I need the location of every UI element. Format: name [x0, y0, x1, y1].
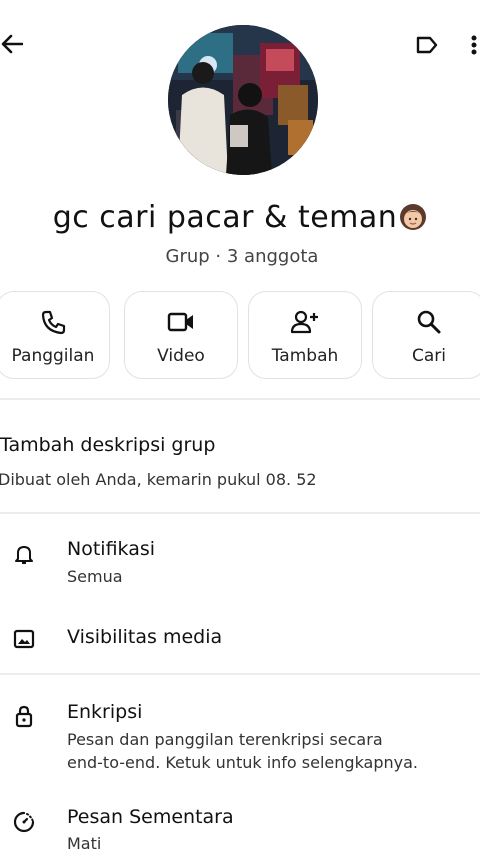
encryption-desc-line1: Pesan dan panggilan terenkripsi secara	[67, 730, 383, 749]
more-vertical-icon	[470, 34, 478, 56]
disappearing-value: Mati	[67, 834, 102, 853]
notifications-value: Semua	[67, 567, 123, 586]
lock-icon	[12, 704, 36, 728]
search-button[interactable]: Cari	[372, 291, 480, 379]
image-icon	[12, 627, 36, 651]
add-member-label: Tambah	[271, 346, 339, 366]
video-label: Video	[157, 346, 205, 366]
created-info: Dibuat oleh Anda, kemarin pukul 08. 52	[0, 470, 317, 489]
media-visibility-title: Visibilitas media	[67, 626, 223, 648]
add-member-button[interactable]: Tambah	[248, 291, 362, 379]
phone-icon	[40, 308, 66, 336]
group-photo	[168, 25, 318, 175]
group-avatar[interactable]	[168, 25, 318, 175]
video-camera-icon	[167, 308, 195, 336]
encryption-title: Enkripsi	[67, 701, 143, 723]
disappearing-title: Pesan Sementara	[67, 806, 234, 828]
call-button[interactable]: Panggilan	[0, 291, 110, 379]
divider	[0, 673, 480, 675]
disappearing-messages-row[interactable]: Pesan Sementara Mati	[0, 800, 480, 854]
group-name-heading[interactable]: gc cari pacar & teman	[0, 200, 480, 235]
call-label: Panggilan	[11, 346, 95, 366]
action-buttons-row: Panggilan Video Tambah Cari	[0, 291, 480, 381]
arrow-left-icon	[1, 34, 23, 54]
add-description-link[interactable]: Tambah deskripsi grup	[0, 434, 215, 456]
more-options-button[interactable]	[468, 30, 480, 60]
encryption-row[interactable]: Enkripsi Pesan dan panggilan terenkripsi…	[0, 692, 480, 782]
timer-icon	[12, 810, 36, 834]
encryption-desc-line2: end-to-end. Ketuk untuk info selengkapny…	[67, 753, 419, 772]
divider	[0, 512, 480, 514]
label-button[interactable]	[412, 30, 442, 60]
bell-icon	[12, 542, 36, 566]
back-button[interactable]	[0, 28, 24, 60]
media-visibility-row[interactable]: Visibilitas media	[0, 610, 480, 666]
search-label: Cari	[412, 346, 446, 366]
label-tag-icon	[415, 35, 439, 55]
girl-emoji-icon	[399, 203, 427, 231]
group-member-count[interactable]: Grup · 3 anggota	[0, 246, 480, 267]
notifications-title: Notifikasi	[67, 538, 156, 560]
notifications-row[interactable]: Notifikasi Semua	[0, 530, 480, 592]
search-icon	[416, 308, 442, 336]
divider	[0, 398, 480, 400]
group-name: gc cari pacar & teman	[52, 200, 398, 235]
add-person-icon	[290, 308, 320, 336]
video-button[interactable]: Video	[124, 291, 238, 379]
